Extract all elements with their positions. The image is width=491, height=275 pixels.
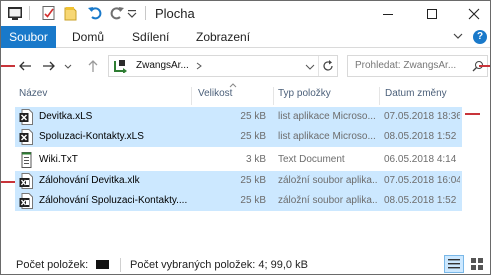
- location-icon: [114, 60, 127, 73]
- file-size: 25 kB: [240, 175, 266, 186]
- expand-ribbon-icon[interactable]: [452, 30, 464, 42]
- excel-icon: [19, 109, 34, 125]
- file-name: Wiki.TxT: [39, 154, 78, 165]
- forward-arrow-icon[interactable]: [41, 58, 57, 74]
- file-type: záložní soubor aplika...: [278, 175, 378, 186]
- file-size: 25 kB: [240, 131, 266, 142]
- large-icons-view-icon[interactable]: [467, 255, 487, 273]
- chevron-down-icon[interactable]: [127, 9, 137, 19]
- back-arrow-icon[interactable]: [17, 58, 33, 74]
- file-name: Devitka.xLS: [39, 111, 93, 122]
- maximize-icon: [427, 9, 437, 19]
- file-size: 25 kB: [240, 111, 266, 122]
- file-name: Zálohování Spoluzaci-Kontakty....: [39, 195, 188, 206]
- close-button[interactable]: [456, 1, 490, 27]
- window-title: Plocha: [155, 6, 195, 21]
- column-header-size[interactable]: Velikost: [198, 88, 232, 99]
- address-separator: [318, 56, 319, 76]
- status-bar: Počet položek: Počet vybraných položek: …: [1, 253, 490, 274]
- item-count-redacted: [96, 260, 109, 269]
- file-row[interactable]: Zálohování Spoluzaci-Kontakty.... 25 kB …: [15, 191, 462, 211]
- file-size: 25 kB: [240, 195, 266, 206]
- title-bar: Plocha: [1, 1, 490, 27]
- address-bar[interactable]: ZwangsAr...: [108, 55, 338, 77]
- file-row[interactable]: Zálohování Devitka.xlk 25 kB záložní sou…: [15, 171, 462, 191]
- file-type: list aplikace Microso...: [278, 131, 376, 142]
- column-divider[interactable]: [191, 87, 192, 105]
- selected-items-label: Počet vybraných položek: 4; 99,0 kB: [130, 259, 308, 271]
- file-name: Spoluzaci-Kontakty.xLS: [39, 131, 144, 142]
- ribbon-tabs: Soubor Domů Sdílení Zobrazení ?: [1, 26, 490, 48]
- excel-icon: [19, 129, 34, 145]
- file-row[interactable]: Devitka.xLS 25 kB list aplikace Microso.…: [15, 107, 462, 127]
- breadcrumb-chevron-icon[interactable]: [195, 62, 203, 70]
- excel-backup-icon: [19, 173, 34, 189]
- tab-home[interactable]: Domů: [72, 26, 104, 48]
- column-header-name[interactable]: Název: [19, 88, 47, 99]
- item-count-label: Počet položek:: [16, 259, 89, 271]
- search-box[interactable]: Prohledat: ZwangsAr...: [347, 55, 488, 77]
- file-date: 08.05.2018 1:52: [384, 131, 457, 142]
- address-path: ZwangsAr...: [136, 60, 189, 71]
- properties-icon[interactable]: [41, 5, 57, 21]
- file-date: 07.05.2018 18:36: [384, 111, 460, 122]
- tab-view[interactable]: Zobrazení: [196, 26, 250, 48]
- file-type: list aplikace Microso...: [278, 111, 376, 122]
- file-name: Zálohování Devitka.xlk: [39, 175, 140, 186]
- redo-icon[interactable]: [109, 5, 125, 21]
- excel-backup-icon: [19, 193, 34, 209]
- explorer-window: Plocha Soubor Domů Sdílení Zobrazení ? Z…: [0, 0, 491, 275]
- details-view-icon[interactable]: [444, 255, 464, 273]
- minimize-button[interactable]: [370, 1, 406, 27]
- file-date: 08.05.2018 1:52: [384, 195, 457, 206]
- column-header-date[interactable]: Datum změny: [385, 88, 447, 99]
- minimize-icon: [383, 14, 393, 15]
- search-input[interactable]: Prohledat: ZwangsAr...: [355, 60, 456, 71]
- undo-icon[interactable]: [87, 5, 103, 21]
- tab-file[interactable]: Soubor: [1, 26, 56, 48]
- file-date: 07.05.2018 16:04: [384, 175, 460, 186]
- file-date: 06.05.2018 4:14: [384, 154, 457, 165]
- file-row[interactable]: Spoluzaci-Kontakty.xLS 25 kB list aplika…: [15, 127, 462, 147]
- edge-marker: [465, 113, 480, 115]
- file-row[interactable]: Wiki.TxT 3 kB Text Document 06.05.2018 4…: [15, 150, 462, 170]
- file-type: záložní soubor aplika...: [278, 195, 378, 206]
- recent-locations-icon[interactable]: [63, 58, 73, 74]
- status-separator: [120, 258, 121, 272]
- new-folder-icon[interactable]: [63, 5, 79, 21]
- refresh-icon[interactable]: [321, 59, 335, 73]
- edge-marker: [479, 65, 490, 67]
- address-history-icon[interactable]: [305, 63, 315, 71]
- close-icon: [468, 8, 480, 20]
- help-button[interactable]: ?: [473, 30, 487, 44]
- file-list: Název Velikost Typ položky Datum změny D…: [1, 83, 490, 253]
- tab-share[interactable]: Sdílení: [132, 26, 169, 48]
- edge-marker: [1, 181, 15, 183]
- up-arrow-icon[interactable]: [85, 58, 101, 74]
- file-size: 3 kB: [245, 154, 266, 165]
- edge-marker: [1, 65, 15, 67]
- navigation-bar: ZwangsAr... Prohledat: ZwangsAr...: [1, 49, 490, 83]
- column-divider[interactable]: [379, 87, 380, 105]
- file-type: Text Document: [278, 154, 345, 165]
- text-file-icon: [19, 152, 34, 168]
- toolbar-separator: [29, 6, 30, 20]
- folder-window-icon: [8, 7, 22, 20]
- title-separator: [145, 6, 146, 20]
- column-header-type[interactable]: Typ položky: [278, 88, 331, 99]
- column-divider[interactable]: [273, 87, 274, 105]
- maximize-button[interactable]: [414, 1, 450, 27]
